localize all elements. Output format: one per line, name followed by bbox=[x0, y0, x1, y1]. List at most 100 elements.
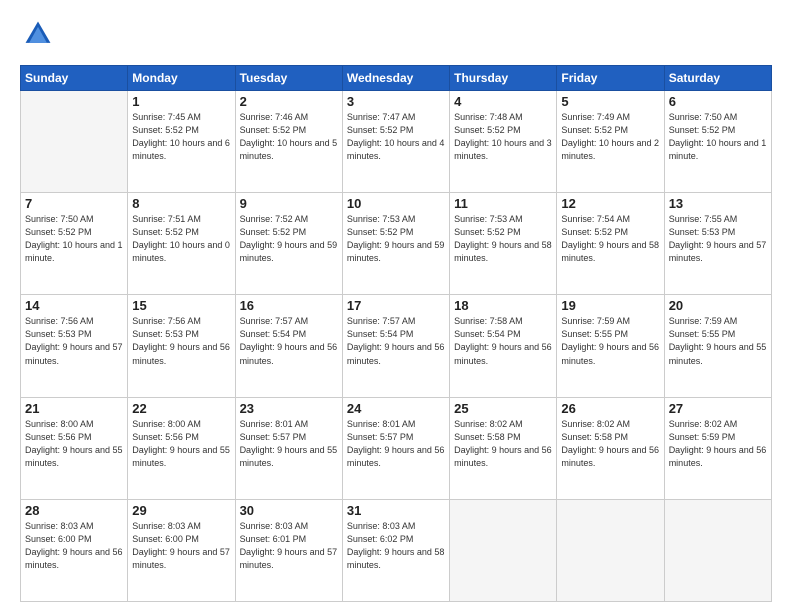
logo bbox=[20, 18, 54, 55]
cell-info: Sunrise: 8:03 AMSunset: 6:01 PMDaylight:… bbox=[240, 520, 338, 572]
cell-info: Sunrise: 7:57 AMSunset: 5:54 PMDaylight:… bbox=[347, 315, 445, 367]
calendar-cell: 5 Sunrise: 7:49 AMSunset: 5:52 PMDaylight… bbox=[557, 91, 664, 193]
day-number: 6 bbox=[669, 94, 767, 109]
day-number: 13 bbox=[669, 196, 767, 211]
calendar-cell: 31 Sunrise: 8:03 AMSunset: 6:02 PMDayligh… bbox=[342, 499, 449, 601]
calendar-cell: 14 Sunrise: 7:56 AMSunset: 5:53 PMDayligh… bbox=[21, 295, 128, 397]
cell-info: Sunrise: 7:55 AMSunset: 5:53 PMDaylight:… bbox=[669, 213, 767, 265]
cell-info: Sunrise: 8:03 AMSunset: 6:02 PMDaylight:… bbox=[347, 520, 445, 572]
day-number: 2 bbox=[240, 94, 338, 109]
cell-info: Sunrise: 8:00 AMSunset: 5:56 PMDaylight:… bbox=[25, 418, 123, 470]
cell-info: Sunrise: 7:59 AMSunset: 5:55 PMDaylight:… bbox=[669, 315, 767, 367]
calendar-cell: 6Sunrise: 7:50 AMSunset: 5:52 PMDaylight… bbox=[664, 91, 771, 193]
calendar-cell: 17 Sunrise: 7:57 AMSunset: 5:54 PMDayligh… bbox=[342, 295, 449, 397]
cell-info: Sunrise: 7:58 AMSunset: 5:54 PMDaylight:… bbox=[454, 315, 552, 367]
cell-info: Sunrise: 7:49 AMSunset: 5:52 PMDaylight:… bbox=[561, 111, 659, 163]
calendar-cell: 19Sunrise: 7:59 AMSunset: 5:55 PMDayligh… bbox=[557, 295, 664, 397]
calendar-cell: 21 Sunrise: 8:00 AMSunset: 5:56 PMDayligh… bbox=[21, 397, 128, 499]
header-cell-saturday: Saturday bbox=[664, 66, 771, 91]
header bbox=[20, 18, 772, 55]
week-row-1: 7 Sunrise: 7:50 AMSunset: 5:52 PMDaylight… bbox=[21, 193, 772, 295]
day-number: 23 bbox=[240, 401, 338, 416]
calendar-cell: 2 Sunrise: 7:46 AMSunset: 5:52 PMDaylight… bbox=[235, 91, 342, 193]
cell-info: Sunrise: 8:02 AMSunset: 5:59 PMDaylight:… bbox=[669, 418, 767, 470]
day-number: 22 bbox=[132, 401, 230, 416]
calendar-cell bbox=[21, 91, 128, 193]
week-row-2: 14 Sunrise: 7:56 AMSunset: 5:53 PMDayligh… bbox=[21, 295, 772, 397]
day-number: 7 bbox=[25, 196, 123, 211]
cell-info: Sunrise: 7:54 AMSunset: 5:52 PMDaylight:… bbox=[561, 213, 659, 265]
day-number: 8 bbox=[132, 196, 230, 211]
calendar-cell: 13 Sunrise: 7:55 AMSunset: 5:53 PMDayligh… bbox=[664, 193, 771, 295]
day-number: 1 bbox=[132, 94, 230, 109]
day-number: 24 bbox=[347, 401, 445, 416]
day-number: 12 bbox=[561, 196, 659, 211]
day-number: 18 bbox=[454, 298, 552, 313]
day-number: 29 bbox=[132, 503, 230, 518]
cell-info: Sunrise: 7:56 AMSunset: 5:53 PMDaylight:… bbox=[132, 315, 230, 367]
day-number: 31 bbox=[347, 503, 445, 518]
day-number: 21 bbox=[25, 401, 123, 416]
calendar-cell bbox=[664, 499, 771, 601]
cell-info: Sunrise: 8:02 AMSunset: 5:58 PMDaylight:… bbox=[454, 418, 552, 470]
day-number: 10 bbox=[347, 196, 445, 211]
calendar-cell: 28Sunrise: 8:03 AMSunset: 6:00 PMDayligh… bbox=[21, 499, 128, 601]
day-number: 3 bbox=[347, 94, 445, 109]
cell-info: Sunrise: 8:01 AMSunset: 5:57 PMDaylight:… bbox=[240, 418, 338, 470]
header-cell-friday: Friday bbox=[557, 66, 664, 91]
cell-info: Sunrise: 7:52 AMSunset: 5:52 PMDaylight:… bbox=[240, 213, 338, 265]
cell-info: Sunrise: 8:02 AMSunset: 5:58 PMDaylight:… bbox=[561, 418, 659, 470]
cell-info: Sunrise: 7:53 AMSunset: 5:52 PMDaylight:… bbox=[347, 213, 445, 265]
week-row-3: 21 Sunrise: 8:00 AMSunset: 5:56 PMDayligh… bbox=[21, 397, 772, 499]
calendar-body: 1Sunrise: 7:45 AMSunset: 5:52 PMDaylight… bbox=[21, 91, 772, 602]
header-cell-monday: Monday bbox=[128, 66, 235, 91]
day-number: 5 bbox=[561, 94, 659, 109]
logo-icon bbox=[22, 18, 54, 50]
calendar-header: SundayMondayTuesdayWednesdayThursdayFrid… bbox=[21, 66, 772, 91]
day-number: 27 bbox=[669, 401, 767, 416]
day-number: 25 bbox=[454, 401, 552, 416]
day-number: 4 bbox=[454, 94, 552, 109]
calendar-cell: 22 Sunrise: 8:00 AMSunset: 5:56 PMDayligh… bbox=[128, 397, 235, 499]
calendar-cell: 29Sunrise: 8:03 AMSunset: 6:00 PMDayligh… bbox=[128, 499, 235, 601]
calendar-cell: 18 Sunrise: 7:58 AMSunset: 5:54 PMDayligh… bbox=[450, 295, 557, 397]
header-cell-thursday: Thursday bbox=[450, 66, 557, 91]
day-number: 28 bbox=[25, 503, 123, 518]
calendar-cell: 1Sunrise: 7:45 AMSunset: 5:52 PMDaylight… bbox=[128, 91, 235, 193]
day-number: 14 bbox=[25, 298, 123, 313]
calendar-cell: 27 Sunrise: 8:02 AMSunset: 5:59 PMDayligh… bbox=[664, 397, 771, 499]
calendar-cell: 20 Sunrise: 7:59 AMSunset: 5:55 PMDayligh… bbox=[664, 295, 771, 397]
day-number: 30 bbox=[240, 503, 338, 518]
header-cell-tuesday: Tuesday bbox=[235, 66, 342, 91]
page: SundayMondayTuesdayWednesdayThursdayFrid… bbox=[0, 0, 792, 612]
header-cell-wednesday: Wednesday bbox=[342, 66, 449, 91]
calendar-cell: 24Sunrise: 8:01 AMSunset: 5:57 PMDayligh… bbox=[342, 397, 449, 499]
calendar-cell: 26 Sunrise: 8:02 AMSunset: 5:58 PMDayligh… bbox=[557, 397, 664, 499]
cell-info: Sunrise: 7:53 AMSunset: 5:52 PMDaylight:… bbox=[454, 213, 552, 265]
cell-info: Sunrise: 7:50 AMSunset: 5:52 PMDaylight:… bbox=[25, 213, 123, 265]
day-number: 17 bbox=[347, 298, 445, 313]
cell-info: Sunrise: 7:56 AMSunset: 5:53 PMDaylight:… bbox=[25, 315, 123, 367]
calendar-cell: 8 Sunrise: 7:51 AMSunset: 5:52 PMDaylight… bbox=[128, 193, 235, 295]
calendar-cell: 15Sunrise: 7:56 AMSunset: 5:53 PMDayligh… bbox=[128, 295, 235, 397]
calendar-cell: 10 Sunrise: 7:53 AMSunset: 5:52 PMDayligh… bbox=[342, 193, 449, 295]
day-number: 16 bbox=[240, 298, 338, 313]
cell-info: Sunrise: 7:47 AMSunset: 5:52 PMDaylight:… bbox=[347, 111, 445, 163]
calendar-cell: 7 Sunrise: 7:50 AMSunset: 5:52 PMDaylight… bbox=[21, 193, 128, 295]
calendar-cell: 23 Sunrise: 8:01 AMSunset: 5:57 PMDayligh… bbox=[235, 397, 342, 499]
cell-info: Sunrise: 7:59 AMSunset: 5:55 PMDaylight:… bbox=[561, 315, 659, 367]
calendar-cell: 11Sunrise: 7:53 AMSunset: 5:52 PMDayligh… bbox=[450, 193, 557, 295]
day-number: 20 bbox=[669, 298, 767, 313]
week-row-0: 1Sunrise: 7:45 AMSunset: 5:52 PMDaylight… bbox=[21, 91, 772, 193]
calendar-cell: 16Sunrise: 7:57 AMSunset: 5:54 PMDayligh… bbox=[235, 295, 342, 397]
calendar-cell: 3 Sunrise: 7:47 AMSunset: 5:52 PMDaylight… bbox=[342, 91, 449, 193]
calendar-cell: 12 Sunrise: 7:54 AMSunset: 5:52 PMDayligh… bbox=[557, 193, 664, 295]
day-number: 26 bbox=[561, 401, 659, 416]
cell-info: Sunrise: 7:51 AMSunset: 5:52 PMDaylight:… bbox=[132, 213, 230, 265]
cell-info: Sunrise: 8:00 AMSunset: 5:56 PMDaylight:… bbox=[132, 418, 230, 470]
week-row-4: 28Sunrise: 8:03 AMSunset: 6:00 PMDayligh… bbox=[21, 499, 772, 601]
calendar-cell bbox=[450, 499, 557, 601]
calendar-cell: 4Sunrise: 7:48 AMSunset: 5:52 PMDaylight… bbox=[450, 91, 557, 193]
calendar-cell: 9Sunrise: 7:52 AMSunset: 5:52 PMDaylight… bbox=[235, 193, 342, 295]
cell-info: Sunrise: 7:46 AMSunset: 5:52 PMDaylight:… bbox=[240, 111, 338, 163]
